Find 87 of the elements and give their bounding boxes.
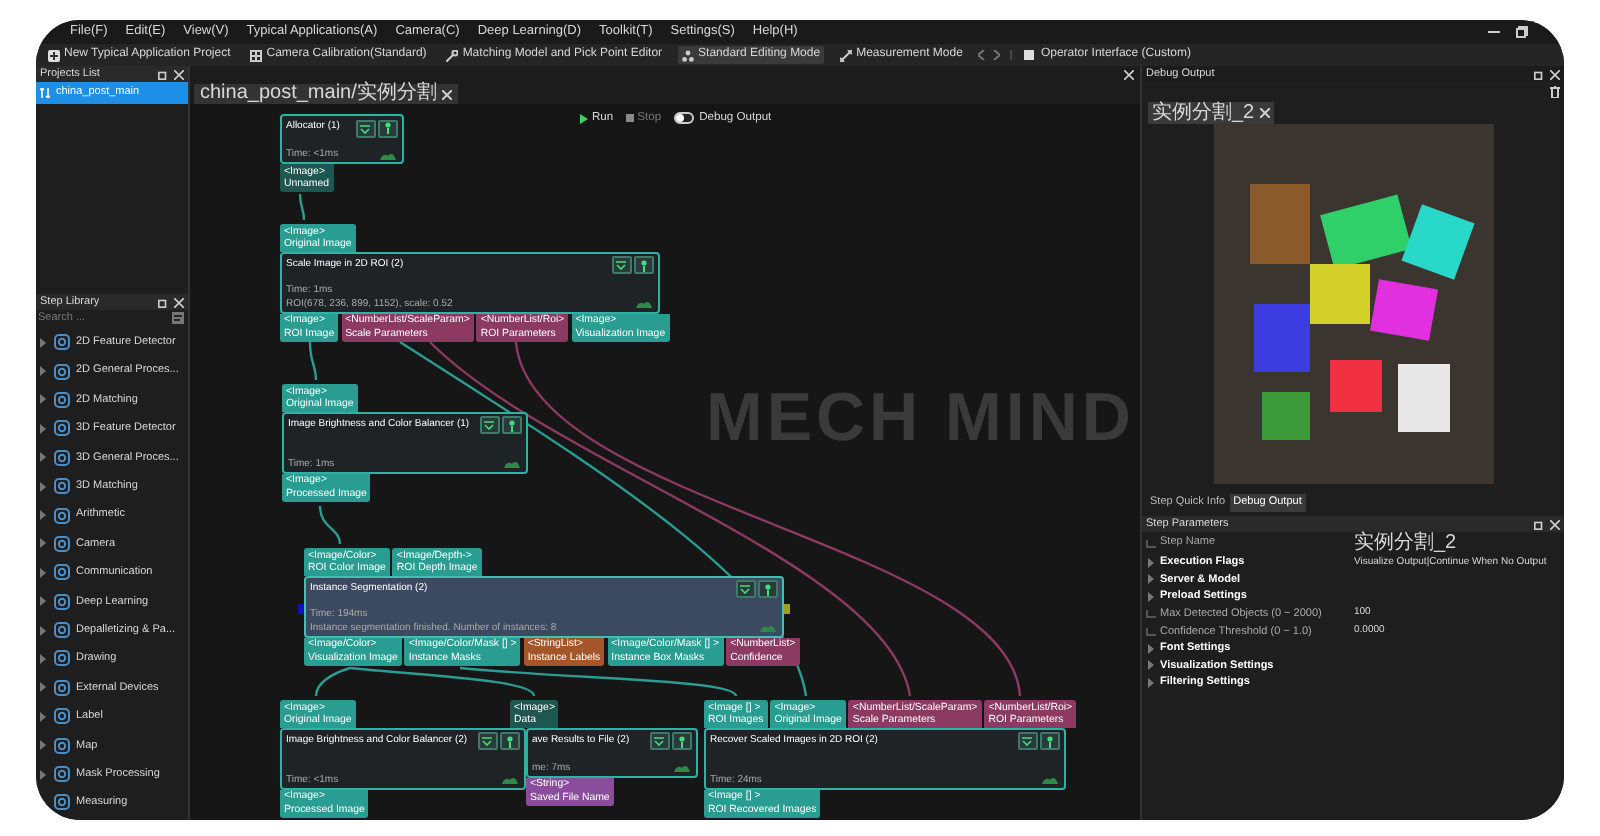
chevron-down-icon <box>740 584 750 595</box>
chevron-down-button[interactable] <box>479 416 499 435</box>
plus-icon <box>48 49 60 61</box>
pin-icon <box>764 583 772 596</box>
chevron-down-button[interactable] <box>611 256 631 275</box>
chevron-down-icon <box>654 736 664 747</box>
category-icon <box>54 766 70 783</box>
chevron-left-icon[interactable] <box>978 50 987 60</box>
image-tab[interactable]: 实例分割_2 <box>1148 102 1275 124</box>
restore-icon[interactable] <box>1516 26 1528 38</box>
chevron-down-button[interactable] <box>477 732 497 751</box>
connection-handle[interactable] <box>298 603 304 614</box>
close-icon[interactable] <box>1550 519 1560 529</box>
pin-button[interactable] <box>1040 732 1060 751</box>
category-icon <box>54 420 70 437</box>
field-value[interactable]: 实例分割_2 <box>1354 533 1457 553</box>
category-icon <box>54 794 70 811</box>
pin-icon <box>640 259 648 272</box>
category-icon <box>54 334 70 351</box>
category-icon <box>54 478 70 495</box>
landscape-icon <box>674 762 690 773</box>
landscape-icon <box>504 458 520 469</box>
landscape-icon <box>1042 774 1058 785</box>
pin-icon <box>384 122 392 134</box>
restore-icon[interactable] <box>158 297 168 307</box>
pin-button[interactable] <box>758 580 778 599</box>
category-icon <box>54 449 70 466</box>
category-icon <box>54 650 70 667</box>
landscape-icon <box>760 622 776 633</box>
chevron-down-icon <box>616 260 626 271</box>
chevron-down-button[interactable] <box>735 580 755 599</box>
pin-icon <box>508 419 516 432</box>
sort-arrows-icon <box>40 88 50 98</box>
close-icon[interactable] <box>1260 108 1271 118</box>
category-icon <box>54 363 70 380</box>
pin-button[interactable] <box>502 416 522 435</box>
nodes-icon <box>682 49 695 61</box>
landscape-icon <box>636 298 652 309</box>
category-icon <box>54 593 70 610</box>
pin-icon <box>1046 735 1054 748</box>
category-icon <box>54 564 70 581</box>
close-icon[interactable] <box>442 89 453 99</box>
category-icon <box>54 737 70 754</box>
minimize-icon[interactable] <box>1488 26 1500 38</box>
category-icon <box>54 622 70 639</box>
close-icon[interactable] <box>174 297 184 307</box>
connector-line <box>308 341 318 381</box>
landscape-icon <box>502 774 518 785</box>
connection-handle[interactable] <box>784 603 790 614</box>
category-icon <box>54 679 70 696</box>
pin-button[interactable] <box>634 256 654 275</box>
restore-icon[interactable] <box>1534 69 1544 79</box>
pin-icon <box>506 735 514 748</box>
pin-icon <box>678 735 686 748</box>
play-icon <box>580 113 588 124</box>
chevron-down-button[interactable] <box>355 119 375 137</box>
toggle-switch[interactable] <box>673 112 694 125</box>
pin-button[interactable] <box>672 732 692 751</box>
ruler-icon <box>840 49 853 61</box>
stop-icon <box>625 114 634 123</box>
restore-icon[interactable] <box>158 69 168 79</box>
filter-icon[interactable] <box>172 312 184 324</box>
chevron-down-icon <box>482 736 492 747</box>
chevron-down-icon <box>484 420 494 431</box>
wand-icon <box>446 49 459 61</box>
landscape-icon <box>380 149 396 159</box>
chevron-down-icon <box>1022 736 1032 747</box>
category-icon <box>54 535 70 552</box>
connector-line <box>318 505 342 545</box>
close-icon[interactable] <box>1124 70 1134 80</box>
category-icon <box>54 708 70 725</box>
chevron-down-button[interactable] <box>649 732 669 751</box>
connector-line <box>298 193 306 221</box>
pin-button[interactable] <box>500 732 520 751</box>
close-icon[interactable] <box>1550 69 1560 79</box>
category-icon <box>54 507 70 524</box>
category-icon <box>54 391 70 408</box>
chevron-down-icon <box>360 123 370 133</box>
pin-button[interactable] <box>378 119 398 137</box>
trash-icon[interactable] <box>1550 86 1560 98</box>
grid-icon <box>250 49 263 61</box>
chevron-right-icon[interactable] <box>992 50 1001 60</box>
restore-icon[interactable] <box>1534 519 1544 529</box>
close-icon[interactable] <box>174 69 184 79</box>
square-icon <box>1024 50 1035 60</box>
chevron-down-button[interactable] <box>1017 732 1037 751</box>
document-tab[interactable]: china_post_main/实例分割 <box>194 84 459 104</box>
